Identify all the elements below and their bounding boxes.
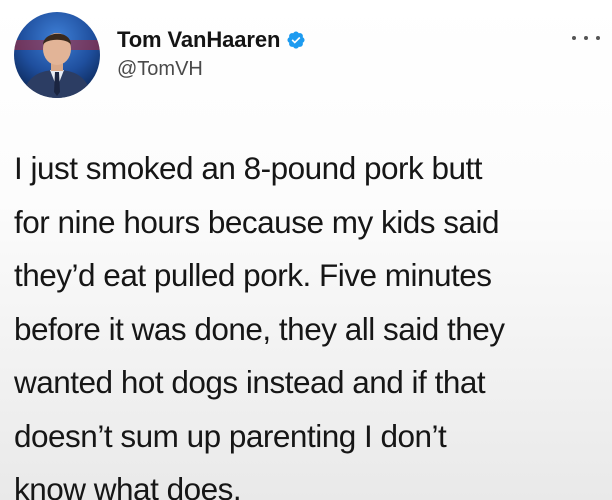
author-name[interactable]: Tom VanHaaren [117, 27, 280, 53]
tweet-card: Tom VanHaaren @TomVH I just smoked an 8-… [0, 0, 612, 500]
author-handle[interactable]: @TomVH [117, 58, 203, 81]
tweet-text-line: I just smoked an 8-pound pork butt [14, 150, 483, 186]
tweet-text-line: know what does. [14, 471, 242, 500]
avatar[interactable] [14, 12, 100, 98]
tweet-text-line: doesn’t sum up parenting I don’t [14, 417, 447, 454]
tweet-text-line: before it was done, they all said they [14, 310, 505, 347]
dot [572, 36, 576, 40]
author-row: Tom VanHaaren [117, 27, 306, 53]
tweet-text-line: wanted hot dogs instead and if that [14, 364, 486, 400]
tweet-text-line: they’d eat pulled pork. Five minutes [14, 257, 492, 293]
dot [596, 36, 600, 40]
tweet-text: I just smoked an 8-pound pork butt for n… [14, 142, 604, 500]
dot [584, 36, 588, 40]
verified-badge-icon [287, 31, 305, 49]
tweet-text-line: for nine hours because my kids said [14, 203, 500, 240]
ellipsis-icon[interactable] [572, 30, 600, 46]
